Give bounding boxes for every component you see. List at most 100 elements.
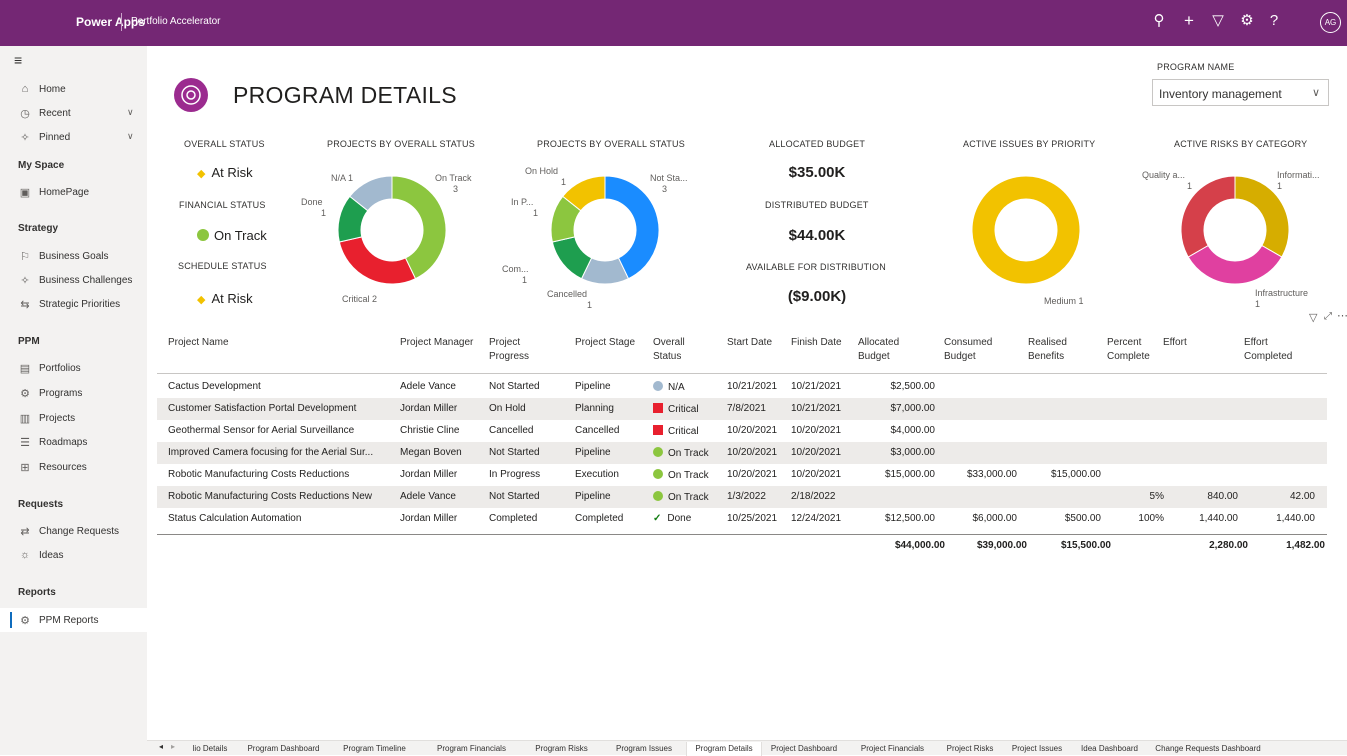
search-icon[interactable]: ⚲ <box>1149 12 1169 30</box>
more-options-icon[interactable]: ⋯ <box>1337 309 1347 322</box>
app-name[interactable]: Portfolio Accelerator <box>131 16 221 27</box>
chevron-down-icon[interactable]: ∨ <box>1312 86 1320 99</box>
pin-icon: ✧ <box>20 132 30 144</box>
available-label: AVAILABLE FOR DISTRIBUTION <box>746 262 886 272</box>
tab-program-timeline[interactable]: Program Timeline <box>327 742 422 756</box>
schedule-status-label: SCHEDULE STATUS <box>178 261 267 271</box>
table-cell-status: On Track <box>653 491 723 503</box>
column-header[interactable]: Project Manager <box>400 336 473 350</box>
sidebar-item-label: Business Goals <box>39 251 109 262</box>
donut-chart-stage[interactable] <box>550 175 660 285</box>
tab-program-details[interactable]: Program Details <box>686 742 762 756</box>
selected-indicator <box>10 612 12 628</box>
table-cell-allocated: $3,000.00 <box>890 447 936 458</box>
tab-change-requests-dashboard[interactable]: Change Requests Dashboard <box>1146 742 1270 756</box>
table-row[interactable]: Cactus Development Adele Vance Not Started… <box>157 376 1327 398</box>
program-name-dropdown[interactable]: Inventory management ∨ <box>1152 79 1329 106</box>
column-header[interactable]: Consumed Budget <box>944 336 994 364</box>
donut-chart-overall-status[interactable] <box>337 175 447 285</box>
column-header[interactable]: Allocated Budget <box>858 336 908 364</box>
sidebar-item-ppm-reports[interactable]: ⚙ PPM Reports <box>0 608 147 632</box>
clock-icon: ◷ <box>20 108 30 120</box>
tab-program-issues[interactable]: Program Issues <box>602 742 686 756</box>
header-divider <box>157 373 1327 374</box>
chevron-down-icon[interactable]: ∨ <box>127 107 134 118</box>
data-label: On Track 3 <box>435 173 472 194</box>
data-label: Com... 1 <box>502 264 529 285</box>
table-cell-start: 10/25/2021 <box>727 513 778 524</box>
table-row[interactable]: Robotic Manufacturing Costs Reductions N… <box>157 486 1327 508</box>
sidebar-item-label: Business Challenges <box>39 275 133 286</box>
dashboard-icon: ▣ <box>19 187 31 199</box>
tab-project-issues[interactable]: Project Issues <box>1001 742 1073 756</box>
program-logo-icon <box>174 78 208 112</box>
table-cell-allocated: $15,000.00 <box>884 469 935 480</box>
plus-icon[interactable]: + <box>1179 12 1199 30</box>
tab-project-dashboard[interactable]: Project Dashboard <box>762 742 846 756</box>
donut-slice-infrastructure[interactable] <box>1187 244 1283 285</box>
column-header[interactable]: Project Progress <box>489 336 539 364</box>
donut-slice-medium[interactable] <box>971 175 1081 285</box>
sidebar: ≡ ⌂ Home ◷ Recent ∨ ✧ Pinned ∨ My Space … <box>0 46 147 755</box>
project-icon: ▥ <box>19 413 31 425</box>
tab-program-financials[interactable]: Program Financials <box>422 742 521 756</box>
help-icon[interactable]: ? <box>1264 12 1284 30</box>
data-label: Infrastructure 1 <box>1255 288 1309 309</box>
scroll-left-icon[interactable]: ◂ <box>159 742 163 751</box>
table-row[interactable]: Improved Camera focusing for the Aerial … <box>157 442 1327 464</box>
tab-program-dashboard[interactable]: Program Dashboard <box>240 742 327 756</box>
filter-icon[interactable]: ▽ <box>1309 311 1317 324</box>
total-allocated: $44,000.00 <box>894 540 945 551</box>
sidebar-item-label: Change Requests <box>39 526 120 537</box>
column-header[interactable]: Project Stage <box>575 336 635 350</box>
sidebar-item-label: Roadmaps <box>39 437 88 448</box>
donut-chart-issues[interactable] <box>971 175 1081 285</box>
table-row[interactable]: Status Calculation Automation Jordan Mill… <box>157 508 1327 530</box>
tab-idea-dashboard[interactable]: Idea Dashboard <box>1073 742 1146 756</box>
column-header[interactable]: Start Date <box>727 336 772 350</box>
circle-icon <box>653 381 663 391</box>
donut-chart-risks[interactable] <box>1180 175 1290 285</box>
tab-lio-details[interactable]: lio Details <box>180 742 240 756</box>
scroll-right-icon[interactable]: ▸ <box>171 742 175 751</box>
data-label: Done 1 <box>301 197 327 218</box>
circle-icon <box>197 229 209 241</box>
column-header[interactable]: Effort <box>1163 336 1187 350</box>
filter-icon[interactable]: ▽ <box>1208 12 1228 30</box>
focus-mode-icon[interactable]: ⤢ <box>1324 311 1332 322</box>
chevron-down-icon[interactable]: ∨ <box>127 131 134 142</box>
table-row[interactable]: Robotic Manufacturing Costs Reductions Jo… <box>157 464 1327 486</box>
total-effort-completed: 1,482.00 <box>1286 540 1325 551</box>
section-requests: Requests <box>18 499 64 510</box>
table-cell-manager: Christie Cline <box>400 425 460 436</box>
gear-icon[interactable]: ⚙ <box>1237 12 1257 30</box>
donut-slice-critical[interactable] <box>338 236 417 285</box>
table-cell-start: 1/3/2022 <box>727 491 766 502</box>
table-cell-stage: Pipeline <box>575 381 611 392</box>
table-row[interactable]: Geothermal Sensor for Aerial Surveillanc… <box>157 420 1327 442</box>
tab-project-risks[interactable]: Project Risks <box>939 742 1001 756</box>
diamond-icon: ◆ <box>197 294 206 306</box>
portfolio-icon: ▤ <box>19 363 31 375</box>
table-row[interactable]: Customer Satisfaction Portal Development… <box>157 398 1327 420</box>
column-header[interactable]: Effort Completed <box>1244 336 1304 364</box>
table-cell-status: On Track <box>653 469 723 481</box>
column-header[interactable]: Realised Benefits <box>1028 336 1078 364</box>
column-header[interactable]: Project Name <box>168 336 229 350</box>
sidebar-item-label: HomePage <box>39 187 90 198</box>
column-header[interactable]: Percent Complete <box>1107 336 1157 364</box>
table-cell-stage: Pipeline <box>575 447 611 458</box>
section-strategy: Strategy <box>18 223 59 234</box>
column-header[interactable]: Overall Status <box>653 336 701 364</box>
tab-project-financials[interactable]: Project Financials <box>846 742 939 756</box>
table-cell-name: Robotic Manufacturing Costs Reductions <box>168 469 350 480</box>
financial-status-label: FINANCIAL STATUS <box>179 200 266 210</box>
square-icon <box>653 403 663 413</box>
tab-program-risks[interactable]: Program Risks <box>521 742 602 756</box>
avatar[interactable]: AG <box>1320 12 1341 33</box>
column-header[interactable]: Finish Date <box>791 336 842 350</box>
table-cell-progress: Not Started <box>489 381 540 392</box>
hamburger-icon[interactable]: ≡ <box>14 52 22 68</box>
table-cell-effort: 1,440.00 <box>1199 513 1238 524</box>
table-cell-name: Status Calculation Automation <box>168 513 302 524</box>
